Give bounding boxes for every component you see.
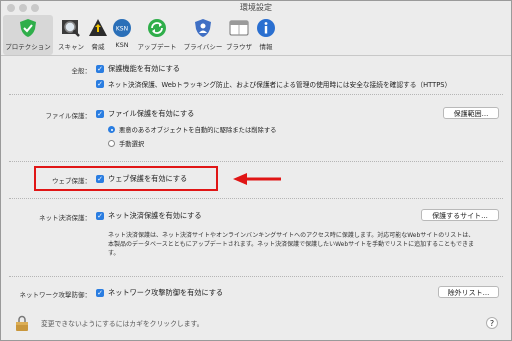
- auto-disinfect-option[interactable]: 悪意のあるオブジェクトを自動的に駆除または削除する: [108, 125, 276, 134]
- manual-select-option[interactable]: 手動選択: [108, 139, 144, 148]
- ksn-icon: KSN: [112, 18, 132, 38]
- divider: [9, 198, 503, 199]
- red-arrow-icon: [233, 173, 281, 185]
- title-bar: 環境設定: [1, 1, 511, 15]
- divider: [9, 161, 503, 162]
- magnifier-icon: [61, 18, 81, 38]
- lock-hint-text: 変更できないようにするにはカギをクリックします。: [41, 320, 204, 328]
- web-protection-row[interactable]: ✓ ウェブ保護を有効にする: [96, 174, 187, 184]
- network-attack-label: ネットワーク攻撃防御：: [19, 291, 92, 299]
- window-title: 環境設定: [240, 3, 272, 12]
- network-attack-checkbox[interactable]: ✓: [96, 289, 104, 297]
- tab-info[interactable]: 情報: [255, 15, 277, 55]
- exclusion-list-button[interactable]: 除外リスト...: [438, 286, 499, 298]
- update-icon: [147, 18, 167, 38]
- tab-browser[interactable]: ブラウザ: [225, 15, 253, 55]
- browser-icon: [229, 18, 249, 38]
- file-protection-checkbox[interactable]: ✓: [96, 110, 104, 118]
- auto-disinfect-radio[interactable]: [108, 126, 115, 133]
- file-protection-label: ファイル保護：: [45, 112, 92, 120]
- divider: [9, 276, 503, 277]
- https-check-checkbox[interactable]: ✓: [96, 80, 104, 88]
- manual-select-radio[interactable]: [108, 140, 115, 147]
- info-icon: [256, 18, 276, 38]
- divider: [9, 94, 503, 95]
- tab-ksn[interactable]: KSN KSN: [111, 15, 133, 55]
- toolbar: プロテクション スキャン 脅威 KSN KSN アップデート プライバシー ブラ…: [1, 15, 511, 56]
- file-protection-row[interactable]: ✓ ファイル保護を有効にする: [96, 109, 194, 119]
- general-label: 全般：: [71, 67, 92, 75]
- svg-text:KSN: KSN: [116, 26, 128, 33]
- protection-enable-row[interactable]: ✓ 保護機能を有効にする: [96, 64, 180, 74]
- safe-money-checkbox[interactable]: ✓: [96, 212, 104, 220]
- protected-sites-button[interactable]: 保護するサイト...: [421, 209, 499, 221]
- web-protection-label: ウェブ保護：: [52, 177, 91, 185]
- lock-icon[interactable]: [15, 315, 29, 331]
- shield-check-icon: [18, 18, 38, 38]
- protection-pane: 全般： ✓ 保護機能を有効にする ✓ ネット決済保護、Webトラッキング防止、お…: [1, 56, 511, 340]
- web-protection-checkbox[interactable]: ✓: [96, 175, 104, 183]
- https-check-row[interactable]: ✓ ネット決済保護、Webトラッキング防止、および保護者による管理の使用時には安…: [96, 79, 451, 89]
- protection-scope-button[interactable]: 保護範囲...: [443, 107, 499, 119]
- help-button[interactable]: ?: [486, 317, 498, 329]
- tab-update[interactable]: アップデート: [135, 15, 179, 55]
- protection-enable-checkbox[interactable]: ✓: [96, 65, 104, 73]
- tab-threats[interactable]: 脅威: [87, 15, 109, 55]
- safe-money-description: ネット決済保護は、ネット決済サイトやオンラインバンキングサイトへのアクセス時に保…: [108, 232, 475, 257]
- warning-icon: [88, 18, 108, 38]
- network-attack-row[interactable]: ✓ ネットワーク攻撃防御を有効にする: [96, 288, 223, 298]
- privacy-icon: [193, 18, 213, 38]
- safe-money-label: ネット決済保護：: [39, 214, 91, 222]
- tab-protection[interactable]: プロテクション: [3, 15, 53, 55]
- tab-scan[interactable]: スキャン: [55, 15, 87, 55]
- preferences-window: 環境設定 プロテクション スキャン 脅威 KSN KSN アップデート プライバ…: [0, 0, 512, 341]
- tab-privacy[interactable]: プライバシー: [181, 15, 225, 55]
- safe-money-row[interactable]: ✓ ネット決済保護を有効にする: [96, 211, 202, 221]
